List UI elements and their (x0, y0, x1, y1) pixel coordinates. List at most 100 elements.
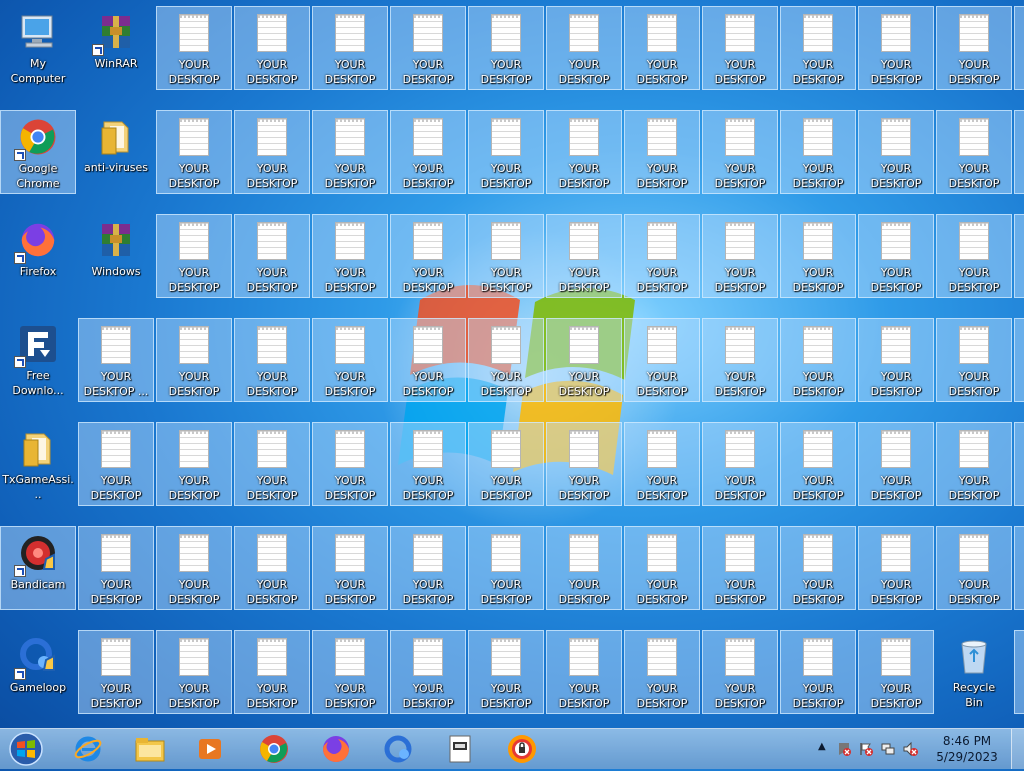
network-icon[interactable] (880, 741, 896, 757)
ransom-note-file[interactable]: YOUR DESKTOP IS... (858, 526, 934, 610)
ransom-note-file[interactable]: YOUR DESKTOP IS... (156, 422, 232, 506)
ransom-note-file[interactable]: YOUR DESKTOP IS... (234, 6, 310, 90)
media-player-icon[interactable] (184, 731, 236, 767)
internet-explorer-icon[interactable] (62, 731, 114, 767)
ransom-note-file[interactable]: YOUR DESKTOP IS... (390, 526, 466, 610)
ransom-note-file[interactable]: YOUR DESKTOP IS... (312, 214, 388, 298)
recycle-bin-shortcut[interactable]: Recycle Bin (936, 630, 1012, 714)
ransom-note-file[interactable]: YOUR DESKTOP IS... (858, 110, 934, 194)
ransom-note-file[interactable]: YOUR DESKTOP IS... (780, 214, 856, 298)
ransom-note-file[interactable]: YOUR DESKTOP IS... (624, 526, 700, 610)
ransom-note-file[interactable]: YOUR DESKTOP IS... (858, 630, 934, 714)
ransom-note-file[interactable]: YOUR DESKTOP IS... (234, 110, 310, 194)
gameloop-shortcut[interactable]: Gameloop (0, 630, 76, 714)
ransom-note-file[interactable]: YOUR DESKTOP IS... (156, 526, 232, 610)
ransom-note-file[interactable]: YOUR DESKTOP IS... (624, 214, 700, 298)
ransom-note-file[interactable]: YOUR DESKTOP IS... (156, 110, 232, 194)
free-download-manager-shortcut[interactable]: Free Downlo... (0, 318, 76, 402)
gameloop-icon[interactable] (372, 731, 424, 767)
ransom-note-file[interactable]: YOUR DESKTOP IS... (312, 630, 388, 714)
ransom-note-file[interactable]: D (1014, 526, 1024, 610)
bandicam-shortcut[interactable]: Bandicam (0, 526, 76, 610)
ransom-note-file[interactable]: YOUR DESKTOP IS... (390, 630, 466, 714)
ransom-note-file[interactable]: YOUR DESKTOP IS... (78, 630, 154, 714)
ransom-note-file[interactable]: YOUR DESKTOP IS... (858, 6, 934, 90)
ransom-note-file[interactable]: YOUR DESKTOP IS... (858, 422, 934, 506)
show-hidden-icons-icon[interactable]: ▲ (818, 741, 826, 752)
desktop[interactable]: My Computer WinRAR Google Chrome anti-viruses… (0, 0, 1024, 728)
computer-shortcut[interactable]: My Computer (0, 6, 76, 90)
ransom-note-file[interactable]: YOUR DESKTOP IS... (546, 110, 622, 194)
ransom-note-file[interactable]: YOUR DESKTOP IS... (468, 110, 544, 194)
ransom-note-file[interactable]: YOUR DESKTOP IS... (156, 630, 232, 714)
ransom-note-file[interactable]: YOUR DESKTOP IS... (234, 318, 310, 402)
ransom-note-file[interactable]: YOUR DESKTOP IS... (234, 214, 310, 298)
folder-shortcut[interactable]: TxGameAssi... (0, 422, 76, 506)
ransom-note-file[interactable]: YOUR DESKTOP IS... (78, 526, 154, 610)
ransom-note-file[interactable]: YOUR DESKTOP IS... (702, 526, 778, 610)
winrar-shortcut[interactable]: WinRAR (78, 6, 154, 90)
ransom-note-file[interactable]: YOUR DESKTOP IS... (390, 6, 466, 90)
firefox-shortcut[interactable]: Firefox (0, 214, 76, 298)
ransom-note-file[interactable]: YOUR DESKTOP IS... (234, 422, 310, 506)
ransom-note-file[interactable]: YOUR DESKTOP IS... (312, 110, 388, 194)
ransom-note-file[interactable]: YOUR DESKTOP IS... (624, 318, 700, 402)
show-desktop-button[interactable] (1011, 729, 1024, 769)
ransom-note-file[interactable]: YOUR DESKTOP IS... (468, 318, 544, 402)
ransom-note-file[interactable]: D (1014, 110, 1024, 194)
ransom-note-file[interactable]: YOUR DESKTOP IS... (468, 6, 544, 90)
ransom-note-file[interactable]: YOUR DESKTOP ... (78, 318, 154, 402)
ransom-note-file[interactable]: YOUR DESKTOP IS... (702, 630, 778, 714)
ransom-note-file[interactable]: YOUR DESKTOP IS... (780, 110, 856, 194)
ransom-note-file[interactable]: YOUR DESKTOP IS... (234, 526, 310, 610)
clock[interactable]: 8:46 PM 5/29/2023 (932, 733, 1002, 765)
volume-muted-icon[interactable] (902, 741, 918, 757)
ransom-note-file[interactable]: YOUR DESKTOP IS... (390, 214, 466, 298)
ransom-note-file[interactable]: YOUR DESKTOP IS... (78, 422, 154, 506)
ransom-note-file[interactable]: YOUR DESKTOP IS... (624, 630, 700, 714)
ransom-note-file[interactable]: YOUR DESKTOP IS... (156, 214, 232, 298)
folder-shortcut[interactable]: anti-viruses (78, 110, 154, 194)
ransom-note-file[interactable]: YOUR DESKTOP IS... (936, 422, 1012, 506)
ransom-note-file[interactable]: YOUR DESKTOP IS... (780, 318, 856, 402)
ransom-note-file[interactable]: YOUR DESKTOP IS... (234, 630, 310, 714)
ransom-note-file[interactable]: YOUR DESKTOP IS... (780, 630, 856, 714)
ransom-note-file[interactable]: YOUR DESKTOP IS... (858, 214, 934, 298)
ransom-note-file[interactable]: YOUR DESKTOP IS... (468, 422, 544, 506)
ransom-note-file[interactable]: YOUR DESKTOP IS... (702, 6, 778, 90)
ransom-note-file[interactable]: YOUR DESKTOP IS... (936, 214, 1012, 298)
ransom-note-file[interactable]: YOUR DESKTOP IS... (858, 318, 934, 402)
ransom-note-file[interactable]: YOUR DESKTOP IS... (702, 214, 778, 298)
ransom-note-file[interactable]: YOUR DESKTOP IS... (936, 318, 1012, 402)
notepad-icon[interactable] (434, 731, 486, 767)
ransom-note-file[interactable]: YOUR DESKTOP IS... (780, 422, 856, 506)
ransom-note-file[interactable]: YOUR DESKTOP IS... (312, 318, 388, 402)
file-explorer-icon[interactable] (124, 731, 176, 767)
ransom-note-file[interactable]: YOUR DESKTOP IS... (312, 526, 388, 610)
chrome-icon[interactable] (248, 731, 300, 767)
ransom-note-file[interactable]: YOUR DESKTOP IS... (702, 318, 778, 402)
start-button[interactable] (6, 731, 46, 767)
action-center-icon[interactable] (836, 741, 852, 757)
ransom-note-file[interactable]: YOUR DESKTOP IS... (936, 526, 1012, 610)
ransom-note-file[interactable]: D (1014, 630, 1024, 714)
winrar-shortcut[interactable]: Windows (78, 214, 154, 298)
ransomware-lock-icon[interactable] (496, 731, 548, 767)
ransom-note-file[interactable]: YOUR DESKTOP IS... (624, 422, 700, 506)
ransom-note-file[interactable]: YOUR DESKTOP IS... (702, 110, 778, 194)
flag-icon[interactable] (858, 741, 874, 757)
ransom-note-file[interactable]: YOUR DESKTOP IS... (156, 318, 232, 402)
ransom-note-file[interactable]: YOUR DESKTOP IS... (390, 110, 466, 194)
ransom-note-file[interactable]: YOUR DESKTOP IS... (390, 318, 466, 402)
ransom-note-file[interactable]: D (1014, 214, 1024, 298)
ransom-note-file[interactable]: YOUR DESKTOP IS... (468, 526, 544, 610)
ransom-note-file[interactable]: YOUR DESKTOP IS... (546, 526, 622, 610)
ransom-note-file[interactable]: D (1014, 6, 1024, 90)
ransom-note-file[interactable]: YOUR DESKTOP IS... (312, 6, 388, 90)
ransom-note-file[interactable]: YOUR DESKTOP IS... (468, 214, 544, 298)
ransom-note-file[interactable]: YOUR DESKTOP IS... (624, 6, 700, 90)
ransom-note-file[interactable]: YOUR DESKTOP IS... (780, 526, 856, 610)
ransom-note-file[interactable]: YOUR DESKTOP IS... (546, 214, 622, 298)
ransom-note-file[interactable]: YOUR DESKTOP IS... (936, 110, 1012, 194)
ransom-note-file[interactable]: YOUR DESKTOP IS... (546, 6, 622, 90)
